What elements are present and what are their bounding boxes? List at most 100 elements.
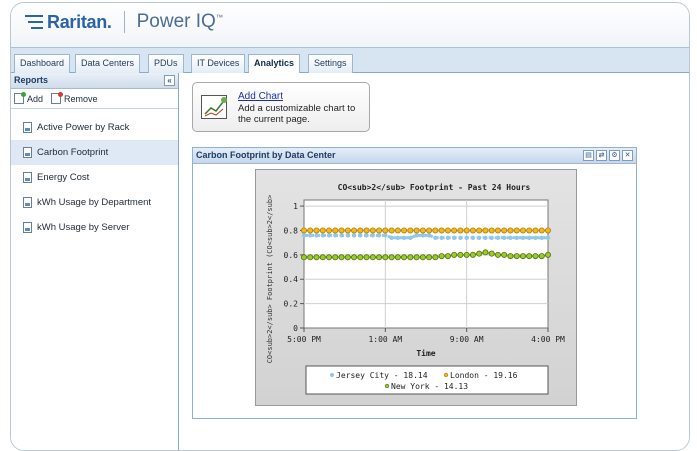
- data-point-london: [463, 227, 470, 234]
- add-report-label: Add: [27, 93, 44, 104]
- data-point-london: [501, 227, 508, 234]
- data-point-london: [307, 227, 314, 234]
- data-point-london: [544, 227, 551, 234]
- data-point-newyork: [351, 254, 358, 261]
- data-point-newyork: [382, 254, 389, 261]
- data-point-jersey: [476, 235, 482, 240]
- data-point-london: [488, 227, 495, 234]
- data-point-jersey: [389, 235, 394, 240]
- data-point-newyork: [432, 254, 439, 261]
- data-point-newyork: [332, 254, 339, 261]
- add-chart-link[interactable]: Add Chart: [238, 91, 283, 102]
- data-point-jersey: [333, 233, 338, 238]
- chart-container: CO<sub>2</sub> Footprint - Past 24 Hours…: [255, 169, 577, 406]
- data-point-newyork: [438, 253, 445, 260]
- data-point-jersey: [489, 235, 494, 240]
- data-point-jersey: [420, 233, 426, 238]
- tab-analytics[interactable]: Analytics: [248, 54, 301, 74]
- data-point-jersey: [414, 233, 419, 238]
- app-header: Raritan. Power IQ™: [11, 3, 689, 47]
- data-point-london: [376, 227, 383, 234]
- data-point-jersey: [426, 233, 432, 238]
- data-point-london: [407, 227, 414, 234]
- data-point-london: [338, 227, 345, 234]
- data-point-london: [413, 227, 420, 234]
- data-point-london: [332, 227, 339, 234]
- data-point-jersey: [545, 235, 551, 240]
- y-tick-label: 1: [293, 202, 298, 211]
- tab-pdus[interactable]: PDUs: [148, 54, 184, 73]
- data-point-newyork: [363, 254, 370, 261]
- x-axis-label: Time: [416, 348, 435, 358]
- reports-toolbar: Add Remove: [11, 89, 178, 109]
- data-point-london: [419, 227, 426, 234]
- tab-settings[interactable]: Settings: [308, 54, 353, 73]
- data-point-london: [519, 227, 526, 234]
- data-point-london: [388, 227, 395, 234]
- collapse-sidebar-button[interactable]: «: [164, 75, 175, 86]
- data-point-london: [513, 227, 520, 234]
- data-point-jersey: [470, 235, 476, 240]
- data-point-london: [319, 227, 326, 234]
- data-point-london: [438, 227, 445, 234]
- data-point-london: [444, 227, 451, 234]
- data-point-newyork: [519, 253, 526, 260]
- data-point-jersey: [451, 235, 457, 240]
- legend-label-jersey: Jersey City - 18.14: [336, 371, 428, 380]
- portlet-header: Carbon Footprint by Data Center ▤ ⇄ ⚙ ✕: [193, 148, 636, 164]
- reports-header: Reports «: [11, 73, 178, 89]
- report-item-carbon-footprint[interactable]: Carbon Footprint: [11, 140, 178, 165]
- data-point-london: [326, 227, 333, 234]
- portlet-view-icon[interactable]: ▤: [583, 150, 594, 161]
- data-point-jersey: [395, 235, 401, 240]
- data-point-london: [526, 227, 533, 234]
- report-item-active-power-by-rack[interactable]: Active Power by Rack: [11, 115, 178, 140]
- trademark-mark: ™: [215, 14, 223, 22]
- data-point-newyork: [376, 254, 383, 261]
- portlet-close-icon[interactable]: ✕: [622, 150, 633, 161]
- add-chart-button[interactable]: Add Chart Add a customizable chart to th…: [192, 82, 370, 132]
- data-point-jersey: [314, 233, 319, 238]
- data-point-london: [476, 227, 483, 234]
- data-point-newyork: [538, 253, 545, 260]
- data-point-newyork: [313, 254, 320, 261]
- data-point-jersey: [458, 235, 463, 240]
- report-item-label: kWh Usage by Server: [37, 222, 130, 233]
- report-item-energy-cost[interactable]: Energy Cost: [11, 165, 178, 190]
- report-document-icon: [23, 222, 32, 233]
- report-item-kwh-usage-by-server[interactable]: kWh Usage by Server: [11, 215, 178, 240]
- data-point-newyork: [419, 254, 426, 261]
- portlet-settings-icon[interactable]: ⚙: [609, 150, 620, 161]
- y-tick-label: 0.6: [284, 251, 299, 260]
- portlet-refresh-icon[interactable]: ⇄: [596, 150, 607, 161]
- data-point-newyork: [413, 254, 420, 261]
- data-point-newyork: [388, 254, 395, 261]
- data-point-jersey: [308, 233, 313, 238]
- add-report-button[interactable]: Add: [14, 92, 44, 104]
- data-point-newyork: [319, 254, 326, 261]
- report-document-icon: [23, 122, 32, 133]
- report-item-kwh-usage-by-department[interactable]: kWh Usage by Department: [11, 190, 178, 215]
- product-label: Power IQ: [136, 11, 216, 32]
- legend-label-london: London - 19.16: [450, 371, 518, 380]
- data-point-newyork: [476, 250, 483, 257]
- data-point-newyork: [326, 254, 333, 261]
- remove-report-button[interactable]: Remove: [51, 92, 98, 104]
- data-point-jersey: [439, 235, 444, 240]
- tab-data-centers[interactable]: Data Centers: [75, 54, 141, 73]
- data-point-newyork: [463, 251, 470, 258]
- data-point-london: [369, 227, 376, 234]
- data-point-newyork: [394, 254, 401, 261]
- data-point-jersey: [502, 235, 507, 240]
- report-item-label: kWh Usage by Department: [37, 197, 152, 208]
- data-point-newyork: [401, 254, 408, 261]
- tab-it-devices[interactable]: IT Devices: [191, 54, 246, 73]
- report-item-label: Active Power by Rack: [37, 122, 130, 133]
- data-point-london: [313, 227, 320, 234]
- y-tick-label: 0.2: [284, 300, 299, 309]
- data-point-jersey: [483, 235, 488, 240]
- tab-dashboard[interactable]: Dashboard: [14, 54, 71, 73]
- chart-title: CO<sub>2</sub> Footprint - Past 24 Hours: [338, 182, 531, 192]
- data-point-newyork: [369, 254, 376, 261]
- data-point-jersey: [320, 233, 325, 238]
